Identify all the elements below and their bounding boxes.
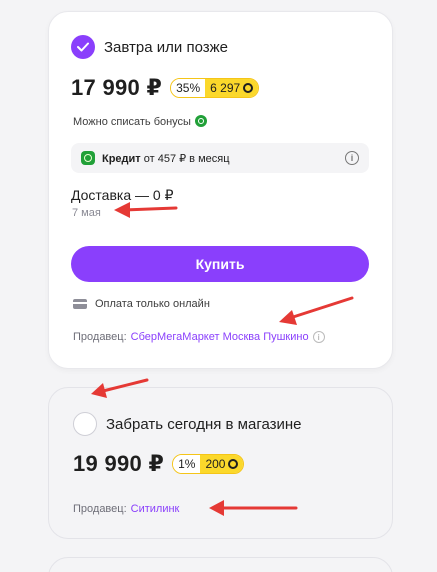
annotation-arrow — [279, 296, 354, 325]
annotation-arrows — [91, 202, 354, 516]
annotation-arrow — [114, 202, 178, 218]
annotation-arrow — [91, 378, 149, 398]
annotation-arrow — [209, 500, 298, 516]
